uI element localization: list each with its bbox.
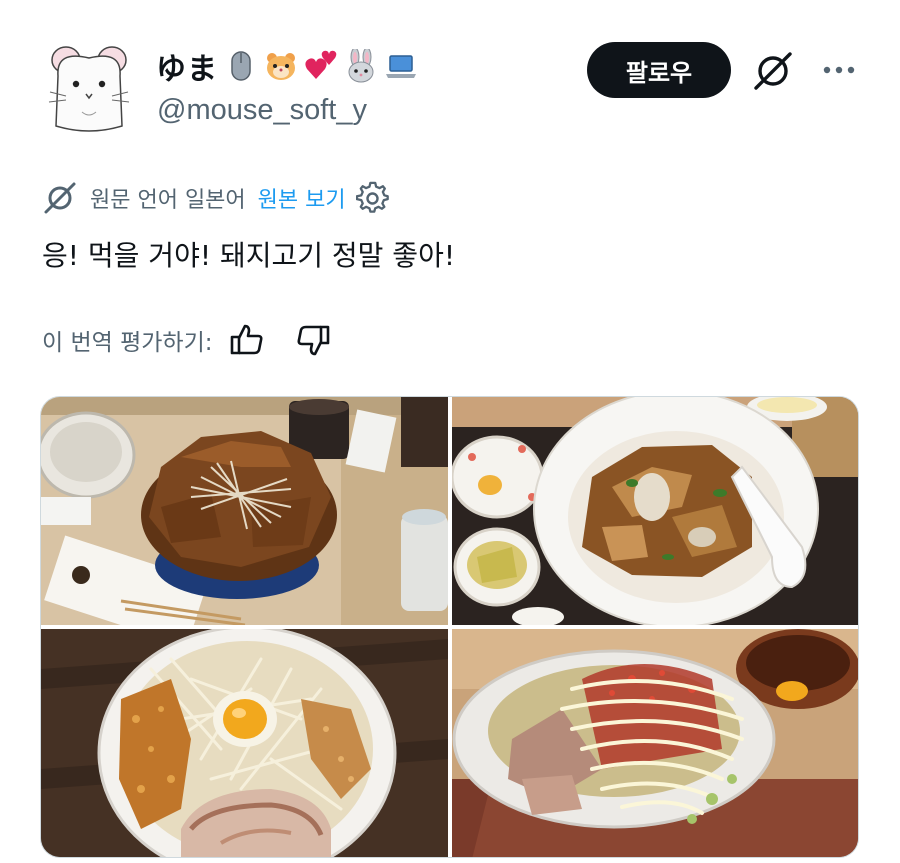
gear-icon[interactable]: [355, 181, 390, 215]
stir-fried-pork-rice-plate-photo: [452, 397, 858, 625]
laptop-icon: [386, 55, 416, 78]
photo-ramen-egg-yolk[interactable]: [41, 629, 448, 857]
thumbs-down-button[interactable]: [293, 320, 333, 360]
more-options-button[interactable]: [816, 52, 862, 88]
computer-mouse-icon: [231, 51, 251, 81]
photo-ramen-mayonnaise[interactable]: [452, 629, 858, 857]
more-dots-icon: [823, 66, 855, 74]
ramen-with-mayonnaise-photo: [452, 629, 858, 857]
thumbs-down-icon: [297, 325, 329, 356]
tweet-text: 응! 먹을 거야! 돼지고기 정말 좋아!: [42, 239, 456, 272]
avatar[interactable]: [46, 40, 132, 136]
hamster-face-icon: [267, 53, 295, 80]
photo-stir-fried-pork[interactable]: [452, 397, 858, 625]
post-detail: ゆま @mouse_soft_y 팔로우 원문 언어 일본어 원본 보기 응! …: [0, 0, 900, 863]
follow-button[interactable]: 팔로우: [587, 42, 731, 98]
photo-grid: [40, 396, 859, 858]
translation-notice: 원문 언어 일본어 원본 보기: [42, 178, 390, 218]
grok-translate-icon: [44, 182, 76, 214]
rate-translation: 이 번역 평가하기:: [42, 320, 359, 360]
ramen-with-egg-yolk-photo: [41, 629, 448, 857]
rabbit-face-icon: [348, 49, 374, 83]
grok-button[interactable]: [750, 48, 796, 94]
two-hearts-icon: [305, 50, 337, 79]
thumbs-up-button[interactable]: [227, 320, 267, 360]
pork-belly-rice-bowl-photo: [41, 397, 448, 625]
display-name[interactable]: ゆま: [156, 42, 418, 90]
rate-translation-label: 이 번역 평가하기:: [42, 330, 213, 356]
display-name-text: ゆま: [156, 53, 218, 86]
user-handle[interactable]: @mouse_soft_y: [157, 94, 367, 127]
photo-pork-belly-bowl[interactable]: [41, 397, 448, 625]
thumbs-up-icon: [230, 324, 262, 355]
grok-icon: [754, 52, 792, 90]
mouse-avatar-icon: [46, 40, 132, 136]
show-original-link[interactable]: 원본 보기: [258, 182, 346, 214]
translation-source-language: 원문 언어 일본어: [90, 188, 246, 213]
